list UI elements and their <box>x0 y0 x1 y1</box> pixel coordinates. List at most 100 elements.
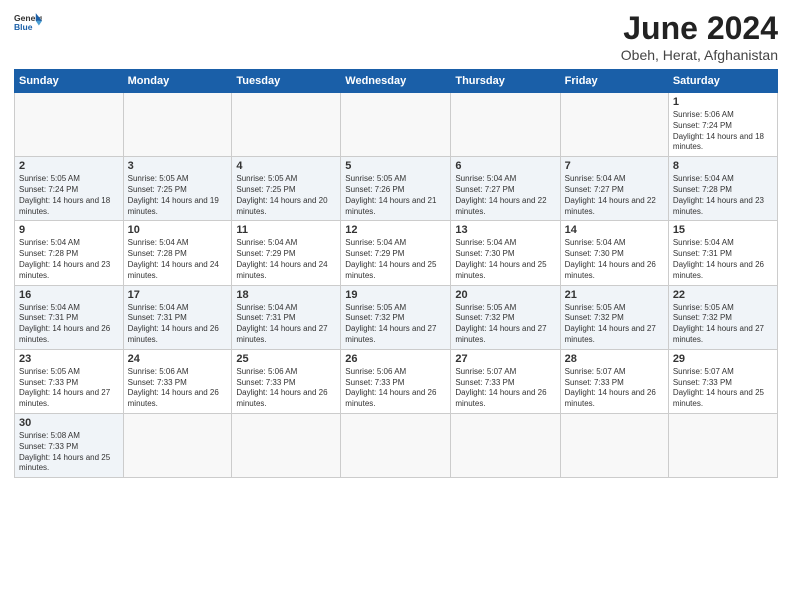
day-number: 9 <box>19 224 119 236</box>
day-info: Sunrise: 5:06 AM Sunset: 7:33 PM Dayligh… <box>128 367 228 410</box>
day-info: Sunrise: 5:05 AM Sunset: 7:32 PM Dayligh… <box>565 303 664 346</box>
day-info: Sunrise: 5:04 AM Sunset: 7:30 PM Dayligh… <box>565 238 664 281</box>
calendar-cell <box>123 413 232 477</box>
day-number: 27 <box>455 353 555 365</box>
day-number: 24 <box>128 353 228 365</box>
calendar-cell: 27 Sunrise: 5:07 AM Sunset: 7:33 PM Dayli… <box>451 349 560 413</box>
calendar-cell <box>232 93 341 157</box>
day-info: Sunrise: 5:04 AM Sunset: 7:28 PM Dayligh… <box>19 238 119 281</box>
day-info: Sunrise: 5:04 AM Sunset: 7:27 PM Dayligh… <box>455 174 555 217</box>
calendar-cell: 2 Sunrise: 5:05 AM Sunset: 7:24 PM Daylig… <box>15 157 124 221</box>
calendar-cell: 21 Sunrise: 5:05 AM Sunset: 7:32 PM Dayli… <box>560 285 668 349</box>
day-info: Sunrise: 5:07 AM Sunset: 7:33 PM Dayligh… <box>455 367 555 410</box>
weekday-header-saturday: Saturday <box>668 70 777 93</box>
calendar-cell: 20Sunrise: 5:05 AM Sunset: 7:32 PM Dayli… <box>451 285 560 349</box>
calendar-cell: 26Sunrise: 5:06 AM Sunset: 7:33 PM Dayli… <box>341 349 451 413</box>
day-info: Sunrise: 5:05 AM Sunset: 7:24 PM Dayligh… <box>19 174 119 217</box>
calendar: SundayMondayTuesdayWednesdayThursdayFrid… <box>14 69 778 478</box>
calendar-cell: 30Sunrise: 5:08 AM Sunset: 7:33 PM Dayli… <box>15 413 124 477</box>
calendar-week-row: 30Sunrise: 5:08 AM Sunset: 7:33 PM Dayli… <box>15 413 778 477</box>
day-info: Sunrise: 5:06 AM Sunset: 7:33 PM Dayligh… <box>236 367 336 410</box>
day-number: 11 <box>236 224 336 236</box>
location-title: Obeh, Herat, Afghanistan <box>621 47 778 63</box>
day-number: 5 <box>345 160 446 172</box>
logo: General Blue <box>14 10 42 38</box>
calendar-cell <box>15 93 124 157</box>
day-info: Sunrise: 5:04 AM Sunset: 7:31 PM Dayligh… <box>236 303 336 346</box>
title-block: June 2024 Obeh, Herat, Afghanistan <box>621 10 778 63</box>
day-number: 12 <box>345 224 446 236</box>
calendar-cell: 8Sunrise: 5:04 AM Sunset: 7:28 PM Daylig… <box>668 157 777 221</box>
day-info: Sunrise: 5:07 AM Sunset: 7:33 PM Dayligh… <box>673 367 773 410</box>
calendar-cell: 22Sunrise: 5:05 AM Sunset: 7:32 PM Dayli… <box>668 285 777 349</box>
day-number: 28 <box>565 353 664 365</box>
calendar-cell: 3 Sunrise: 5:05 AM Sunset: 7:25 PM Daylig… <box>123 157 232 221</box>
header: General Blue June 2024 Obeh, Herat, Afgh… <box>14 10 778 63</box>
calendar-cell: 6Sunrise: 5:04 AM Sunset: 7:27 PM Daylig… <box>451 157 560 221</box>
calendar-cell <box>668 413 777 477</box>
calendar-cell: 11 Sunrise: 5:04 AM Sunset: 7:29 PM Dayli… <box>232 221 341 285</box>
day-info: Sunrise: 5:05 AM Sunset: 7:25 PM Dayligh… <box>128 174 228 217</box>
calendar-cell: 7Sunrise: 5:04 AM Sunset: 7:27 PM Daylig… <box>560 157 668 221</box>
day-info: Sunrise: 5:05 AM Sunset: 7:32 PM Dayligh… <box>345 303 446 346</box>
day-info: Sunrise: 5:04 AM Sunset: 7:29 PM Dayligh… <box>236 238 336 281</box>
calendar-cell <box>560 413 668 477</box>
day-number: 13 <box>455 224 555 236</box>
calendar-cell: 9 Sunrise: 5:04 AM Sunset: 7:28 PM Daylig… <box>15 221 124 285</box>
calendar-cell <box>341 93 451 157</box>
calendar-week-row: 23 Sunrise: 5:05 AM Sunset: 7:33 PM Dayli… <box>15 349 778 413</box>
day-number: 17 <box>128 289 228 301</box>
calendar-cell: 1Sunrise: 5:06 AM Sunset: 7:24 PM Daylig… <box>668 93 777 157</box>
day-number: 22 <box>673 289 773 301</box>
day-info: Sunrise: 5:04 AM Sunset: 7:29 PM Dayligh… <box>345 238 446 281</box>
calendar-cell: 16 Sunrise: 5:04 AM Sunset: 7:31 PM Dayli… <box>15 285 124 349</box>
calendar-cell <box>341 413 451 477</box>
day-info: Sunrise: 5:04 AM Sunset: 7:31 PM Dayligh… <box>19 303 119 346</box>
calendar-cell: 19 Sunrise: 5:05 AM Sunset: 7:32 PM Dayli… <box>341 285 451 349</box>
day-number: 16 <box>19 289 119 301</box>
calendar-cell: 4 Sunrise: 5:05 AM Sunset: 7:25 PM Daylig… <box>232 157 341 221</box>
calendar-header-row: SundayMondayTuesdayWednesdayThursdayFrid… <box>15 70 778 93</box>
day-info: Sunrise: 5:04 AM Sunset: 7:30 PM Dayligh… <box>455 238 555 281</box>
month-title: June 2024 <box>621 10 778 47</box>
calendar-cell <box>123 93 232 157</box>
day-number: 3 <box>128 160 228 172</box>
weekday-header-thursday: Thursday <box>451 70 560 93</box>
calendar-cell: 10Sunrise: 5:04 AM Sunset: 7:28 PM Dayli… <box>123 221 232 285</box>
day-number: 2 <box>19 160 119 172</box>
day-info: Sunrise: 5:06 AM Sunset: 7:24 PM Dayligh… <box>673 110 773 153</box>
calendar-cell: 5 Sunrise: 5:05 AM Sunset: 7:26 PM Daylig… <box>341 157 451 221</box>
day-number: 30 <box>19 417 119 429</box>
calendar-cell: 15 Sunrise: 5:04 AM Sunset: 7:31 PM Dayli… <box>668 221 777 285</box>
day-number: 25 <box>236 353 336 365</box>
page: General Blue June 2024 Obeh, Herat, Afgh… <box>0 0 792 488</box>
calendar-cell: 14Sunrise: 5:04 AM Sunset: 7:30 PM Dayli… <box>560 221 668 285</box>
calendar-week-row: 1Sunrise: 5:06 AM Sunset: 7:24 PM Daylig… <box>15 93 778 157</box>
calendar-cell: 13 Sunrise: 5:04 AM Sunset: 7:30 PM Dayli… <box>451 221 560 285</box>
weekday-header-monday: Monday <box>123 70 232 93</box>
day-number: 18 <box>236 289 336 301</box>
day-number: 26 <box>345 353 446 365</box>
calendar-cell <box>560 93 668 157</box>
day-number: 15 <box>673 224 773 236</box>
day-number: 21 <box>565 289 664 301</box>
calendar-week-row: 2 Sunrise: 5:05 AM Sunset: 7:24 PM Daylig… <box>15 157 778 221</box>
day-info: Sunrise: 5:05 AM Sunset: 7:26 PM Dayligh… <box>345 174 446 217</box>
calendar-cell: 28Sunrise: 5:07 AM Sunset: 7:33 PM Dayli… <box>560 349 668 413</box>
logo-icon: General Blue <box>14 10 42 38</box>
day-info: Sunrise: 5:05 AM Sunset: 7:33 PM Dayligh… <box>19 367 119 410</box>
day-number: 20 <box>455 289 555 301</box>
calendar-cell <box>451 93 560 157</box>
day-info: Sunrise: 5:04 AM Sunset: 7:27 PM Dayligh… <box>565 174 664 217</box>
day-number: 23 <box>19 353 119 365</box>
weekday-header-wednesday: Wednesday <box>341 70 451 93</box>
day-number: 4 <box>236 160 336 172</box>
day-number: 19 <box>345 289 446 301</box>
day-info: Sunrise: 5:05 AM Sunset: 7:25 PM Dayligh… <box>236 174 336 217</box>
day-info: Sunrise: 5:04 AM Sunset: 7:31 PM Dayligh… <box>673 238 773 281</box>
calendar-cell: 17Sunrise: 5:04 AM Sunset: 7:31 PM Dayli… <box>123 285 232 349</box>
weekday-header-tuesday: Tuesday <box>232 70 341 93</box>
calendar-cell: 23 Sunrise: 5:05 AM Sunset: 7:33 PM Dayli… <box>15 349 124 413</box>
calendar-cell: 12 Sunrise: 5:04 AM Sunset: 7:29 PM Dayli… <box>341 221 451 285</box>
calendar-cell <box>451 413 560 477</box>
